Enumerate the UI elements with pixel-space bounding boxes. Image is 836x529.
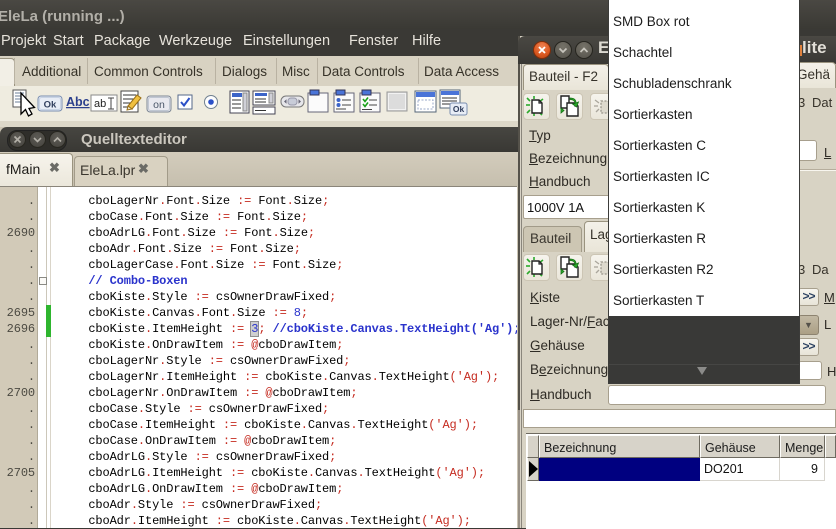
svg-text:Ok: Ok [453,104,465,114]
svg-text:Ok: Ok [44,100,57,111]
svg-text:ab: ab [94,98,106,110]
svg-text:Abc: Abc [66,95,90,109]
svg-text:on: on [153,99,165,111]
